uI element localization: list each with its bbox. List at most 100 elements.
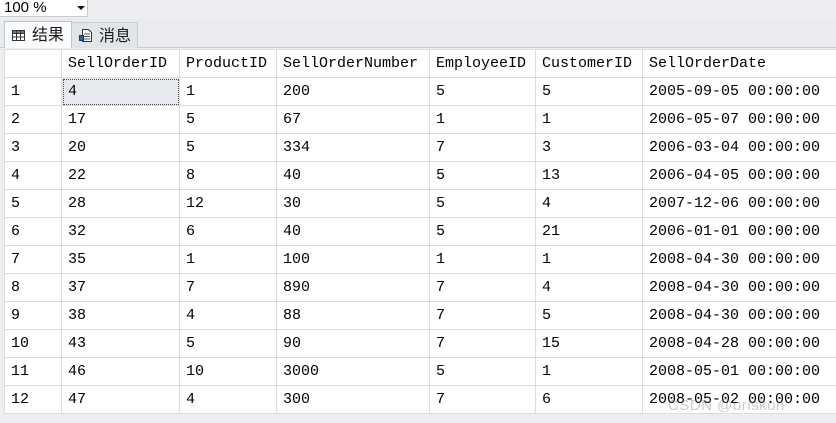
- table-row[interactable]: 9 38 4 88 7 5 2008-04-30 00:00:00: [4, 301, 836, 330]
- cell-product-id[interactable]: 12: [179, 189, 277, 218]
- cell-sell-order-id[interactable]: 22: [61, 161, 180, 190]
- column-header-sell-order-date[interactable]: SellOrderDate: [642, 49, 836, 78]
- cell-sell-order-date[interactable]: 2008-05-01 00:00:00: [642, 357, 836, 386]
- cell-sell-order-number[interactable]: 100: [276, 245, 430, 274]
- cell-sell-order-date[interactable]: 2006-03-04 00:00:00: [642, 133, 836, 162]
- table-row[interactable]: 7 35 1 100 1 1 2008-04-30 00:00:00: [4, 245, 836, 274]
- cell-customer-id[interactable]: 6: [535, 385, 643, 414]
- cell-sell-order-date[interactable]: 2005-09-05 00:00:00: [642, 77, 836, 106]
- cell-sell-order-number[interactable]: 890: [276, 273, 430, 302]
- cell-product-id[interactable]: 1: [179, 245, 277, 274]
- row-number[interactable]: 3: [4, 133, 62, 162]
- cell-sell-order-date[interactable]: 2006-04-05 00:00:00: [642, 161, 836, 190]
- cell-sell-order-number[interactable]: 40: [276, 161, 430, 190]
- cell-customer-id[interactable]: 1: [535, 105, 643, 134]
- row-number[interactable]: 1: [4, 77, 62, 106]
- cell-customer-id[interactable]: 15: [535, 329, 643, 358]
- table-row[interactable]: 3 20 5 334 7 3 2006-03-04 00:00:00: [4, 133, 836, 162]
- cell-sell-order-date[interactable]: 2008-05-02 00:00:00: [642, 385, 836, 414]
- cell-sell-order-id[interactable]: 47: [61, 385, 180, 414]
- cell-sell-order-number[interactable]: 3000: [276, 357, 430, 386]
- cell-customer-id[interactable]: 4: [535, 273, 643, 302]
- table-row[interactable]: 10 43 5 90 7 15 2008-04-28 00:00:00: [4, 329, 836, 358]
- cell-product-id[interactable]: 4: [179, 301, 277, 330]
- cell-employee-id[interactable]: 1: [429, 105, 536, 134]
- cell-sell-order-date[interactable]: 2006-05-07 00:00:00: [642, 105, 836, 134]
- row-number[interactable]: 10: [4, 329, 62, 358]
- cell-sell-order-number[interactable]: 200: [276, 77, 430, 106]
- column-header-product-id[interactable]: ProductID: [179, 49, 277, 78]
- row-number[interactable]: 5: [4, 189, 62, 218]
- row-number[interactable]: 6: [4, 217, 62, 246]
- column-header-sell-order-number[interactable]: SellOrderNumber: [276, 49, 430, 78]
- cell-employee-id[interactable]: 5: [429, 357, 536, 386]
- results-grid[interactable]: SellOrderID ProductID SellOrderNumber Em…: [4, 49, 836, 423]
- cell-product-id[interactable]: 1: [179, 77, 277, 106]
- table-row[interactable]: 1 4 1 200 5 5 2005-09-05 00:00:00: [4, 77, 836, 106]
- table-row[interactable]: 8 37 7 890 7 4 2008-04-30 00:00:00: [4, 273, 836, 302]
- cell-sell-order-number[interactable]: 300: [276, 385, 430, 414]
- cell-sell-order-id[interactable]: 35: [61, 245, 180, 274]
- cell-product-id[interactable]: 5: [179, 105, 277, 134]
- cell-sell-order-number[interactable]: 67: [276, 105, 430, 134]
- cell-sell-order-date[interactable]: 2008-04-28 00:00:00: [642, 329, 836, 358]
- cell-sell-order-number[interactable]: 30: [276, 189, 430, 218]
- cell-product-id[interactable]: 5: [179, 329, 277, 358]
- cell-sell-order-number[interactable]: 88: [276, 301, 430, 330]
- cell-sell-order-id[interactable]: 32: [61, 217, 180, 246]
- cell-employee-id[interactable]: 5: [429, 77, 536, 106]
- cell-customer-id[interactable]: 1: [535, 245, 643, 274]
- row-number[interactable]: 11: [4, 357, 62, 386]
- cell-employee-id[interactable]: 7: [429, 301, 536, 330]
- table-row[interactable]: 12 47 4 300 7 6 2008-05-02 00:00:00: [4, 385, 836, 414]
- cell-sell-order-id[interactable]: 46: [61, 357, 180, 386]
- row-number[interactable]: 2: [4, 105, 62, 134]
- row-number[interactable]: 8: [4, 273, 62, 302]
- cell-product-id[interactable]: 10: [179, 357, 277, 386]
- cell-employee-id[interactable]: 5: [429, 161, 536, 190]
- cell-employee-id[interactable]: 5: [429, 189, 536, 218]
- cell-sell-order-date[interactable]: 2007-12-06 00:00:00: [642, 189, 836, 218]
- cell-employee-id[interactable]: 5: [429, 217, 536, 246]
- cell-product-id[interactable]: 8: [179, 161, 277, 190]
- cell-sell-order-number[interactable]: 90: [276, 329, 430, 358]
- cell-sell-order-id[interactable]: 4: [61, 77, 180, 106]
- cell-customer-id[interactable]: 13: [535, 161, 643, 190]
- cell-customer-id[interactable]: 3: [535, 133, 643, 162]
- row-number[interactable]: 12: [4, 385, 62, 414]
- cell-customer-id[interactable]: 1: [535, 357, 643, 386]
- cell-employee-id[interactable]: 7: [429, 133, 536, 162]
- cell-customer-id[interactable]: 21: [535, 217, 643, 246]
- cell-sell-order-id[interactable]: 43: [61, 329, 180, 358]
- cell-sell-order-number[interactable]: 40: [276, 217, 430, 246]
- cell-employee-id[interactable]: 7: [429, 329, 536, 358]
- cell-customer-id[interactable]: 5: [535, 77, 643, 106]
- cell-customer-id[interactable]: 5: [535, 301, 643, 330]
- cell-sell-order-number[interactable]: 334: [276, 133, 430, 162]
- table-row[interactable]: 2 17 5 67 1 1 2006-05-07 00:00:00: [4, 105, 836, 134]
- cell-sell-order-date[interactable]: 2008-04-30 00:00:00: [642, 301, 836, 330]
- cell-sell-order-id[interactable]: 17: [61, 105, 180, 134]
- cell-sell-order-id[interactable]: 38: [61, 301, 180, 330]
- cell-product-id[interactable]: 7: [179, 273, 277, 302]
- cell-employee-id[interactable]: 1: [429, 245, 536, 274]
- row-number[interactable]: 7: [4, 245, 62, 274]
- cell-employee-id[interactable]: 7: [429, 385, 536, 414]
- cell-employee-id[interactable]: 7: [429, 273, 536, 302]
- column-header-customer-id[interactable]: CustomerID: [535, 49, 643, 78]
- cell-product-id[interactable]: 6: [179, 217, 277, 246]
- grid-corner[interactable]: [4, 49, 62, 78]
- chevron-down-icon[interactable]: [77, 6, 85, 10]
- row-number[interactable]: 9: [4, 301, 62, 330]
- zoom-dropdown[interactable]: 100 %: [0, 0, 88, 17]
- table-row[interactable]: 5 28 12 30 5 4 2007-12-06 00:00:00: [4, 189, 836, 218]
- table-row[interactable]: 11 46 10 3000 5 1 2008-05-01 00:00:00: [4, 357, 836, 386]
- cell-sell-order-id[interactable]: 28: [61, 189, 180, 218]
- cell-sell-order-date[interactable]: 2008-04-30 00:00:00: [642, 245, 836, 274]
- tab-messages[interactable]: 消息: [72, 22, 138, 48]
- cell-sell-order-date[interactable]: 2008-04-30 00:00:00: [642, 273, 836, 302]
- cell-sell-order-id[interactable]: 20: [61, 133, 180, 162]
- tab-results[interactable]: 结果: [4, 21, 72, 48]
- table-row[interactable]: 6 32 6 40 5 21 2006-01-01 00:00:00: [4, 217, 836, 246]
- row-number[interactable]: 4: [4, 161, 62, 190]
